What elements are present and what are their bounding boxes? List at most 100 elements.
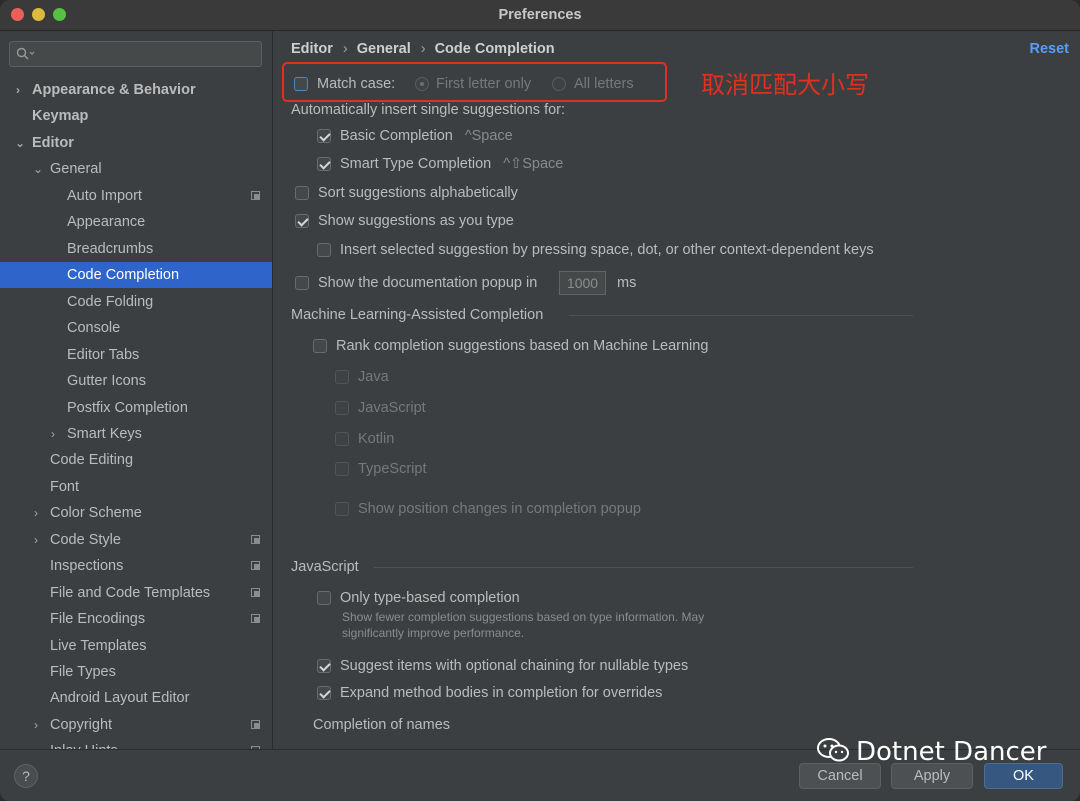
sidebar-item-label: General <box>50 161 102 177</box>
sidebar-item-general[interactable]: ⌄ General <box>0 156 272 182</box>
ml-kotlin-checkbox[interactable] <box>335 432 349 446</box>
sidebar-item-label: Editor <box>32 135 74 151</box>
basic-completion-checkbox[interactable] <box>317 129 331 143</box>
js-optional-chaining-checkbox[interactable] <box>317 659 331 673</box>
title-bar: Preferences <box>0 0 1080 31</box>
sidebar-item-live-templates[interactable]: Live Templates <box>0 633 272 659</box>
sidebar-item-gutter-icons[interactable]: Gutter Icons <box>0 368 272 394</box>
highlight-box <box>282 62 667 102</box>
doc-popup-unit: ms <box>617 275 637 291</box>
ml-typescript-checkbox[interactable] <box>335 462 349 476</box>
chevron-right-icon: › <box>16 83 20 97</box>
insert-selected-checkbox[interactable] <box>317 243 331 257</box>
ml-javascript-row: JavaScript <box>335 397 535 419</box>
sort-alpha-checkbox[interactable] <box>295 186 309 200</box>
show-as-you-type-row: Show suggestions as you type <box>295 210 595 232</box>
chevron-right-icon: › <box>51 427 55 441</box>
sidebar-item-color-scheme[interactable]: › Color Scheme <box>0 500 272 526</box>
sidebar-item-label: Code Completion <box>67 267 180 283</box>
breadcrumb-editor[interactable]: Editor <box>291 41 333 57</box>
js-type-based-row: Only type-based completion <box>317 587 617 609</box>
sidebar-item-file-code-templates[interactable]: File and Code Templates <box>0 580 272 606</box>
sidebar-item-appearance[interactable]: Appearance <box>0 209 272 235</box>
sidebar-item-code-style[interactable]: › Code Style <box>0 527 272 553</box>
settings-sidebar: › Appearance & Behavior Keymap ⌄ Editor … <box>0 31 273 749</box>
doc-popup-delay-input[interactable]: 1000 <box>559 271 606 295</box>
sort-alpha-label: Sort suggestions alphabetically <box>318 185 518 201</box>
sidebar-item-code-completion[interactable]: Code Completion <box>0 262 272 288</box>
sidebar-item-label: Live Templates <box>50 638 147 654</box>
ml-kotlin-row: Kotlin <box>335 428 535 450</box>
project-scope-icon <box>251 535 260 544</box>
project-scope-icon <box>251 588 260 597</box>
sidebar-item-label: Breadcrumbs <box>67 241 154 257</box>
search-input[interactable] <box>9 41 262 67</box>
reset-link[interactable]: Reset <box>1030 41 1070 57</box>
chevron-down-icon: ⌄ <box>33 162 44 176</box>
sidebar-item-inlay-hints[interactable]: › Inlay Hints <box>0 738 272 749</box>
sidebar-item-file-encodings[interactable]: File Encodings <box>0 606 272 632</box>
sidebar-item-label: Inspections <box>50 558 124 574</box>
ml-rank-checkbox[interactable] <box>313 339 327 353</box>
doc-popup-label: Show the documentation popup in <box>318 275 538 291</box>
sidebar-item-label: Inlay Hints <box>50 738 118 749</box>
ml-java-checkbox[interactable] <box>335 370 349 384</box>
sidebar-item-smart-keys[interactable]: › Smart Keys <box>0 421 272 447</box>
ml-position-checkbox[interactable] <box>335 502 349 516</box>
js-expand-bodies-label: Expand method bodies in completion for o… <box>340 685 663 701</box>
sidebar-item-label: Android Layout Editor <box>50 690 190 706</box>
sidebar-item-label: File and Code Templates <box>50 585 211 601</box>
insert-selected-label: Insert selected suggestion by pressing s… <box>340 242 874 258</box>
sidebar-item-label: Keymap <box>32 108 89 124</box>
help-button[interactable]: ? <box>14 764 38 788</box>
ml-java-label: Java <box>358 369 389 385</box>
sidebar-item-postfix-completion[interactable]: Postfix Completion <box>0 395 272 421</box>
sidebar-item-code-editing[interactable]: Code Editing <box>0 447 272 473</box>
sidebar-item-code-folding[interactable]: Code Folding <box>0 289 272 315</box>
project-scope-icon <box>251 720 260 729</box>
breadcrumb-general[interactable]: General <box>357 41 411 57</box>
sidebar-item-inspections[interactable]: Inspections <box>0 553 272 579</box>
doc-popup-row: Show the documentation popup in 1000 ms <box>295 271 655 295</box>
watermark: Dotnet Dancer <box>816 737 1046 767</box>
ml-javascript-label: JavaScript <box>358 400 426 416</box>
js-expand-bodies-checkbox[interactable] <box>317 686 331 700</box>
basic-completion-text: Basic Completion <box>340 128 453 144</box>
show-as-you-type-checkbox[interactable] <box>295 214 309 228</box>
sidebar-item-label: Color Scheme <box>50 505 142 521</box>
sidebar-item-breadcrumbs[interactable]: Breadcrumbs <box>0 236 272 262</box>
sidebar-item-font[interactable]: Font <box>0 474 272 500</box>
sidebar-item-label: File Types <box>50 664 116 680</box>
basic-completion-shortcut: ^Space <box>464 128 513 144</box>
ml-javascript-checkbox[interactable] <box>335 401 349 415</box>
sidebar-item-copyright[interactable]: › Copyright <box>0 712 272 738</box>
ml-java-row: Java <box>335 366 535 388</box>
project-scope-icon <box>251 561 260 570</box>
ml-position-row: Show position changes in completion popu… <box>335 498 735 520</box>
js-type-based-checkbox[interactable] <box>317 591 331 605</box>
sidebar-item-appearance-behavior[interactable]: › Appearance & Behavior <box>0 77 272 103</box>
sidebar-item-label: Postfix Completion <box>67 400 188 416</box>
breadcrumb-code-completion: Code Completion <box>434 41 555 57</box>
sidebar-item-label: Code Style <box>50 532 121 548</box>
sidebar-item-file-types[interactable]: File Types <box>0 659 272 685</box>
doc-popup-checkbox[interactable] <box>295 276 309 290</box>
settings-content: Editor › General › Code Completion Reset Mat… <box>273 31 1080 749</box>
sidebar-item-console[interactable]: Console <box>0 315 272 341</box>
wechat-icon <box>817 738 849 762</box>
chevron-right-icon: › <box>34 533 38 547</box>
sidebar-item-auto-import[interactable]: Auto Import <box>0 183 272 209</box>
sidebar-item-label: Code Folding <box>67 294 154 310</box>
sidebar-item-editor-tabs[interactable]: Editor Tabs <box>0 342 272 368</box>
smart-type-completion-checkbox[interactable] <box>317 157 331 171</box>
watermark-text: Dotnet Dancer <box>856 737 1047 767</box>
smart-type-completion-text: Smart Type Completion <box>340 156 492 172</box>
sidebar-item-android-layout-editor[interactable]: Android Layout Editor <box>0 685 272 711</box>
basic-completion-row: Basic Completion ^Space <box>317 125 617 147</box>
sidebar-item-editor[interactable]: ⌄ Editor <box>0 130 272 156</box>
js-type-based-note: Show fewer completion suggestions based … <box>342 610 705 640</box>
sidebar-item-keymap[interactable]: Keymap <box>0 103 272 129</box>
ml-position-label: Show position changes in completion popu… <box>358 501 641 517</box>
breadcrumb: Editor › General › Code Completion <box>291 41 561 57</box>
sidebar-item-label: File Encodings <box>50 611 146 627</box>
